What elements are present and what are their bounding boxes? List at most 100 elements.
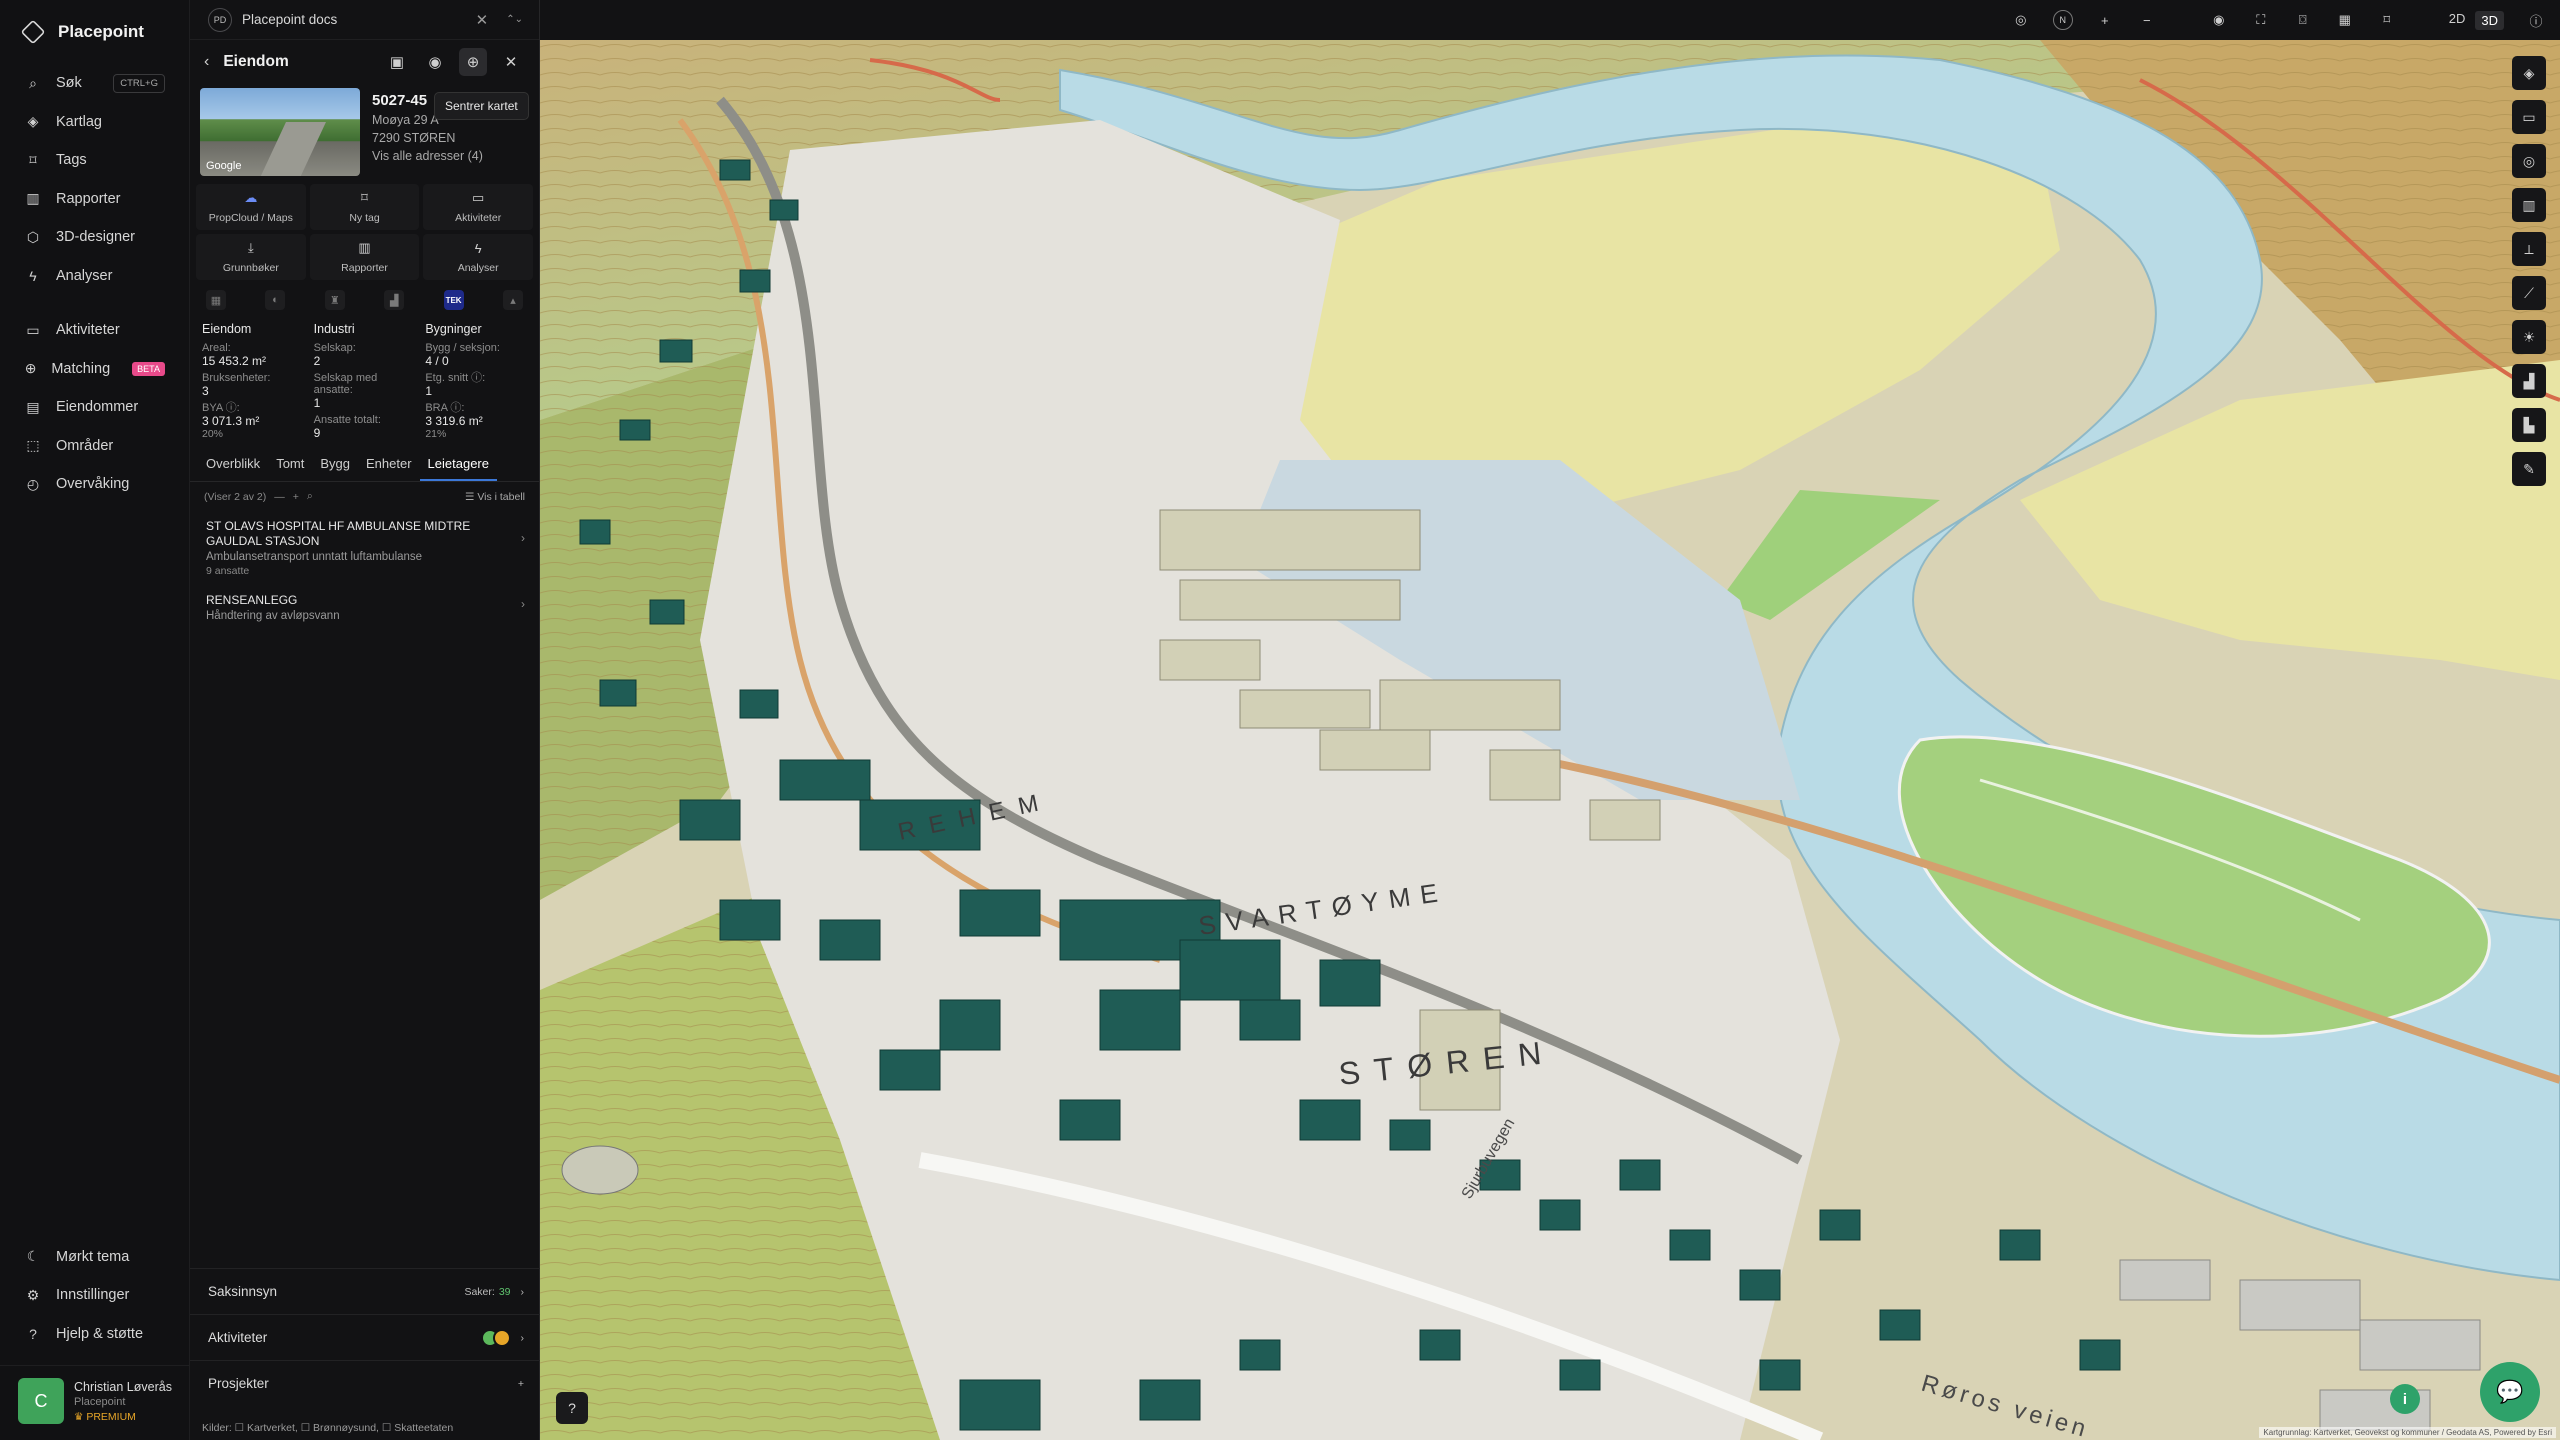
list-item[interactable]: ST OLAVS HOSPITAL HF AMBULANSE MIDTRE GA… [190, 511, 539, 585]
nav-item-3d-designer[interactable]: ⬡ 3D-designer [0, 218, 189, 257]
tab-buildings[interactable]: Bygg [312, 456, 358, 481]
activities-button[interactable]: ▭ Aktiviteter [423, 184, 533, 230]
nav-item-tags[interactable]: ⌑ Tags [0, 141, 189, 180]
tenant-employees: 9 ansatte [206, 565, 250, 578]
layers-stack-icon[interactable]: ◎ [2011, 10, 2031, 30]
mode-2d-button[interactable]: 2D [2449, 11, 2466, 30]
zoom-in-icon[interactable]: + [2095, 10, 2115, 30]
gear-icon: ⚙ [26, 1286, 40, 1303]
propcloud-button[interactable]: ☁ PropCloud / Maps [196, 184, 306, 230]
view-mode-toggle: 2D 3D [2449, 10, 2504, 30]
nav-label: Kartlag [56, 113, 102, 130]
close-icon[interactable]: ✕ [476, 11, 489, 29]
nav-item-analyses[interactable]: ϟ Analyser [0, 257, 189, 296]
building-icon[interactable]: ▟ [2512, 364, 2546, 398]
moon-icon: ☾ [26, 1248, 40, 1265]
building [739, 689, 779, 719]
info-button[interactable]: i [2390, 1384, 2420, 1414]
tab-units[interactable]: Enheter [358, 456, 420, 481]
map-canvas[interactable]: STØREN SVARTØYME REHEM Røros veien Sjurb… [540, 40, 2560, 1440]
globe-icon[interactable]: ◐ [265, 290, 286, 310]
nav-item-search[interactable]: ⌕ Søk CTRL+G [0, 64, 189, 103]
user-profile[interactable]: C Christian Løverås Placepoint ♛ PREMIUM [0, 1365, 190, 1440]
brand[interactable]: Placepoint [0, 0, 189, 64]
add-project[interactable]: + [518, 1378, 524, 1390]
nav-item-help[interactable]: ? Hjelp & støtte [0, 1315, 190, 1354]
case-records-section[interactable]: Saksinnsyn Saker: 39 › [190, 1268, 540, 1314]
nav-item-areas[interactable]: ⬚ Områder [0, 427, 189, 466]
tab-overview[interactable]: Overblikk [198, 456, 268, 481]
water-tank [561, 1145, 639, 1195]
stat-percent: 20% [202, 428, 224, 441]
nav-item-settings[interactable]: ⚙ Innstillinger [0, 1276, 190, 1315]
info-icon[interactable]: ⓘ [2526, 10, 2546, 30]
close-panel-icon[interactable]: ✕ [497, 48, 525, 76]
building [1819, 1209, 1861, 1241]
fullscreen-icon[interactable]: ⛶ [2251, 10, 2271, 30]
profile-icon[interactable]: ⟋ [2512, 276, 2546, 310]
map-help-button[interactable]: ? [556, 1392, 588, 1424]
eye-icon[interactable]: ◉ [421, 48, 449, 76]
chat-support-button[interactable]: 💬 [2480, 1362, 2540, 1422]
compass-icon[interactable]: N [2052, 10, 2073, 30]
analyses-button[interactable]: ϟ Analyser [423, 234, 533, 280]
center-map-icon[interactable]: ⊕ [459, 48, 487, 76]
eye-icon[interactable]: ◉ [2209, 10, 2229, 30]
skyline-icon[interactable]: ▙ [2512, 408, 2546, 442]
factory-icon[interactable]: ♜ [324, 290, 345, 310]
map-3d-icon[interactable]: ▣ [383, 48, 411, 76]
nav-item-dark-theme[interactable]: ☾ Mørkt tema [0, 1238, 190, 1277]
zoom-out-icon[interactable]: − [2137, 10, 2157, 30]
chevron-right-icon: › [520, 1331, 525, 1344]
new-tag-button[interactable]: ⌑ Ny tag [309, 184, 420, 230]
search-icon[interactable]: ⌕ [307, 490, 313, 503]
building [1099, 989, 1181, 1051]
nav-item-activities[interactable]: ▭ Aktiviteter [0, 311, 189, 350]
nav-item-reports[interactable]: ▥ Rapporter [0, 180, 189, 219]
workspace-bar[interactable]: PD Placepoint docs ✕ ⌃⌄ [190, 0, 539, 40]
nav-item-layers[interactable]: ◈ Kartlag [0, 103, 189, 142]
bar-chart-icon[interactable]: ▥ [2512, 188, 2546, 222]
nav-label: Innstillinger [56, 1287, 130, 1304]
camera-icon[interactable]: ⌼ [2293, 10, 2313, 30]
mode-3d-button[interactable]: 3D [2475, 10, 2504, 30]
minus-icon[interactable]: — [274, 491, 285, 503]
building [1389, 1119, 1431, 1151]
list-item[interactable]: RENSEANLEGG Håndtering av avløpsvann › [190, 585, 539, 630]
case-number: 39 [498, 1285, 511, 1298]
projects-section[interactable]: Prosjekter + [190, 1360, 540, 1406]
nav-item-matching[interactable]: ⊕ Matching BETA [0, 350, 189, 389]
table-view-toggle[interactable]: ☰ Vis i tabell [465, 491, 525, 503]
ruler-icon[interactable]: ▭ [2512, 100, 2546, 134]
tab-tenants[interactable]: Leietagere [419, 456, 497, 482]
tek-icon[interactable]: TEK [443, 290, 464, 310]
street-view-thumbnail[interactable]: Google [200, 88, 360, 176]
sun-icon[interactable]: ☀ [2512, 320, 2546, 354]
bookmark-icon[interactable]: ⌑ [2377, 10, 2397, 30]
building [769, 199, 799, 221]
land-register-button[interactable]: ⤓ Grunnbøker [196, 234, 306, 280]
building [1559, 1359, 1601, 1391]
reports-button[interactable]: ▥ Rapporter [309, 234, 420, 280]
building [739, 269, 771, 293]
map-3d-view[interactable]: STØREN SVARTØYME REHEM Røros veien Sjurb… [540, 40, 2560, 1440]
case-count: Saker: 39 › [464, 1286, 524, 1298]
activities-section[interactable]: Aktiviteter › [190, 1314, 540, 1360]
grid-icon[interactable]: ▦ [2335, 10, 2355, 30]
measure-icon[interactable]: ⟂ [2512, 232, 2546, 266]
building-stats-icon[interactable]: ▟ [384, 290, 405, 310]
area-icon[interactable]: ◎ [2512, 144, 2546, 178]
stats-heading: Bygninger [425, 322, 482, 336]
nav-item-monitoring[interactable]: ◴ Overvåking [0, 465, 189, 504]
triangle-icon[interactable]: ▴ [502, 290, 523, 310]
tab-plot[interactable]: Tomt [268, 456, 312, 481]
layers-icon[interactable]: ◈ [2512, 56, 2546, 90]
id-card-icon[interactable]: ▦ [206, 290, 226, 310]
back-icon[interactable]: ‹ [204, 53, 209, 71]
main-nav: Placepoint ⌕ Søk CTRL+G ◈ Kartlag ⌑ Tags… [0, 0, 190, 1440]
all-addresses-link[interactable]: Vis alle adresser (4) [372, 149, 529, 163]
chevron-updown-icon[interactable]: ⌃⌄ [506, 14, 523, 25]
nav-item-properties[interactable]: ▤ Eiendommer [0, 388, 189, 427]
plus-icon[interactable]: + [293, 491, 299, 503]
edit-icon[interactable]: ✎ [2512, 452, 2546, 486]
